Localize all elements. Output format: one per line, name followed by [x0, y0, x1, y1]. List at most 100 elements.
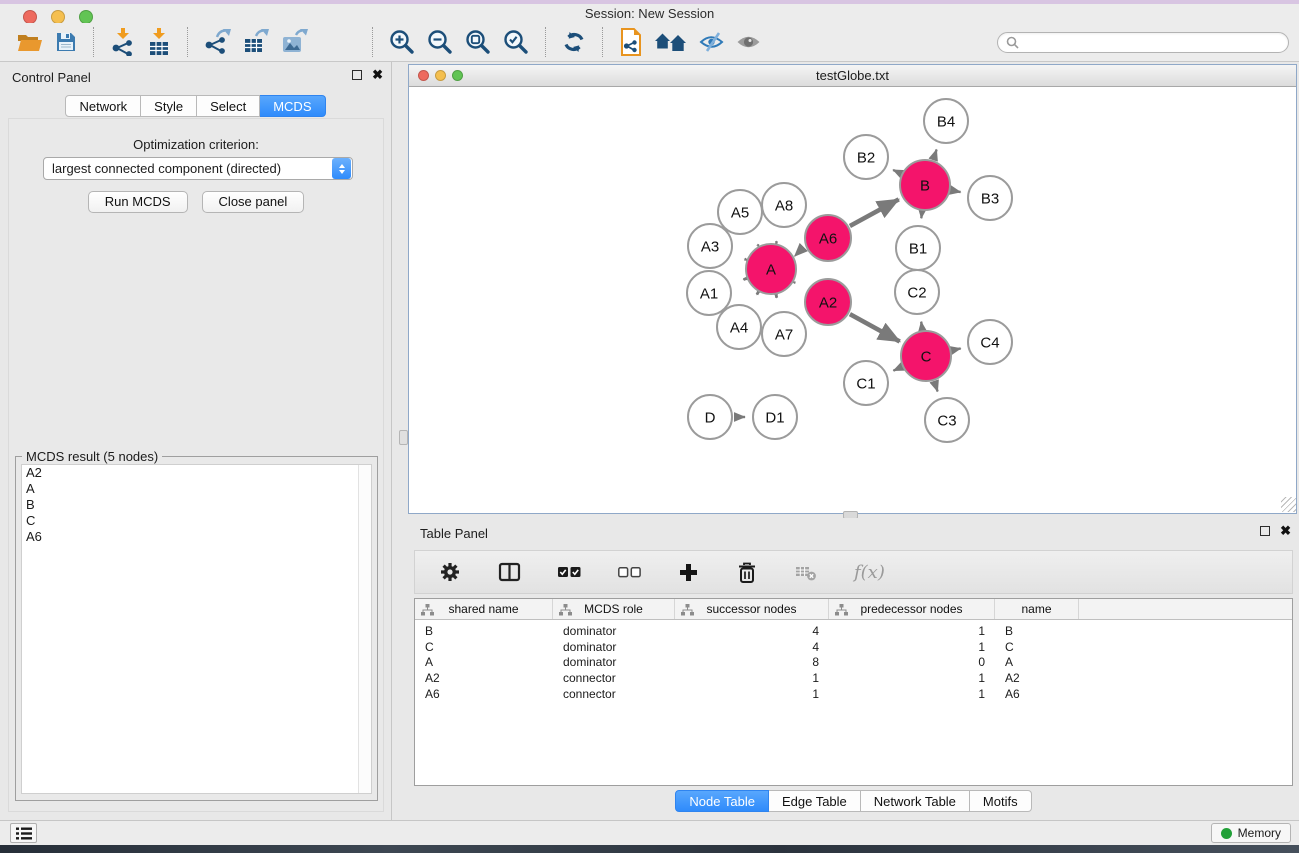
- graph-edge-A6-B[interactable]: [850, 199, 899, 226]
- table-cell-successor-nodes[interactable]: 1: [675, 687, 829, 701]
- column-header-name[interactable]: name: [995, 599, 1079, 619]
- close-window-button[interactable]: [23, 10, 37, 24]
- import-table-button[interactable]: [141, 26, 177, 58]
- search-input[interactable]: [1024, 35, 1280, 49]
- search-field[interactable]: [997, 32, 1289, 53]
- graph-node-A3[interactable]: A3: [688, 224, 732, 268]
- table-cell-name[interactable]: B: [995, 624, 1079, 638]
- graph-node-B1[interactable]: B1: [896, 226, 940, 270]
- splitter-grip[interactable]: [399, 430, 408, 445]
- table-cell-successor-nodes[interactable]: 4: [675, 640, 829, 654]
- save-session-button[interactable]: [49, 26, 83, 58]
- table-cell-mcds-role[interactable]: dominator: [553, 655, 675, 669]
- delete-table-button[interactable]: [789, 556, 823, 588]
- table-cell-successor-nodes[interactable]: 8: [675, 655, 829, 669]
- minimize-window-button[interactable]: [51, 10, 65, 24]
- tab-network[interactable]: Network: [65, 95, 141, 117]
- close-panel-icon[interactable]: ✖: [372, 69, 383, 81]
- home-view-button[interactable]: [649, 26, 693, 58]
- zoom-in-button[interactable]: [383, 26, 421, 58]
- maximize-window-button[interactable]: [79, 10, 93, 24]
- tab-node-table[interactable]: Node Table: [675, 790, 769, 812]
- clone-network-button[interactable]: [613, 26, 649, 58]
- graph-node-C4[interactable]: C4: [968, 320, 1012, 364]
- tab-mcds[interactable]: MCDS: [260, 95, 325, 117]
- mcds-result-item[interactable]: B: [22, 497, 371, 513]
- table-cell-predecessor-nodes[interactable]: 1: [829, 671, 995, 685]
- graph-edge-C-C3[interactable]: [934, 382, 937, 392]
- zoom-out-button[interactable]: [421, 26, 459, 58]
- mcds-result-item[interactable]: A2: [22, 465, 371, 481]
- tab-select[interactable]: Select: [197, 95, 260, 117]
- graph-node-C2[interactable]: C2: [895, 270, 939, 314]
- column-header-shared-name[interactable]: shared name: [415, 599, 553, 619]
- table-cell-successor-nodes[interactable]: 4: [675, 624, 829, 638]
- zoom-selected-button[interactable]: [497, 26, 535, 58]
- graph-node-B2[interactable]: B2: [844, 135, 888, 179]
- graph-edge-B-B1[interactable]: [921, 212, 922, 218]
- graph-edge-B-B3[interactable]: [952, 190, 961, 192]
- table-cell-name[interactable]: A: [995, 655, 1079, 669]
- table-cell-predecessor-nodes[interactable]: 1: [829, 624, 995, 638]
- graph-node-B[interactable]: B: [900, 160, 950, 210]
- minimize-view-button[interactable]: [435, 70, 446, 81]
- delete-row-button[interactable]: [730, 556, 764, 588]
- table-cell-predecessor-nodes[interactable]: 1: [829, 687, 995, 701]
- network-window-titlebar[interactable]: testGlobe.txt: [409, 65, 1296, 87]
- graph-node-A4[interactable]: A4: [717, 305, 761, 349]
- import-network-button[interactable]: [104, 26, 141, 58]
- float-panel-icon[interactable]: [352, 70, 362, 80]
- close-view-button[interactable]: [418, 70, 429, 81]
- select-all-button[interactable]: [552, 556, 587, 588]
- table-cell-name[interactable]: C: [995, 640, 1079, 654]
- mcds-result-item[interactable]: A: [22, 481, 371, 497]
- table-cell-shared-name[interactable]: A2: [415, 671, 553, 685]
- table-cell-shared-name[interactable]: B: [415, 624, 553, 638]
- deselect-all-button[interactable]: [612, 556, 647, 588]
- float-panel-icon[interactable]: [1260, 526, 1270, 536]
- tab-style[interactable]: Style: [141, 95, 197, 117]
- graph-edge-C-C1[interactable]: [893, 367, 901, 371]
- graph-node-A6[interactable]: A6: [805, 215, 851, 261]
- table-row[interactable]: Bdominator41B: [415, 623, 1292, 639]
- task-history-button[interactable]: [10, 823, 37, 843]
- mcds-result-item[interactable]: A6: [22, 529, 371, 545]
- graph-node-A2[interactable]: A2: [805, 279, 851, 325]
- graph-edge-A-A1[interactable]: [744, 279, 746, 280]
- table-cell-shared-name[interactable]: C: [415, 640, 553, 654]
- graph-node-A8[interactable]: A8: [762, 183, 806, 227]
- tab-edge-table[interactable]: Edge Table: [769, 790, 861, 812]
- table-cell-successor-nodes[interactable]: 1: [675, 671, 829, 685]
- zoom-fit-button[interactable]: [459, 26, 497, 58]
- graph-node-A[interactable]: A: [746, 244, 796, 294]
- table-cell-shared-name[interactable]: A: [415, 655, 553, 669]
- graph-node-B3[interactable]: B3: [968, 176, 1012, 220]
- graph-edge-B-B2[interactable]: [893, 170, 901, 174]
- table-row[interactable]: Adominator80A: [415, 655, 1292, 671]
- mcds-result-item[interactable]: C: [22, 513, 371, 529]
- table-row[interactable]: Cdominator41C: [415, 639, 1292, 655]
- table-settings-button[interactable]: [433, 556, 467, 588]
- graph-node-D1[interactable]: D1: [753, 395, 797, 439]
- graph-edge-A2-C[interactable]: [850, 314, 900, 341]
- table-cell-mcds-role[interactable]: connector: [553, 671, 675, 685]
- column-header-predecessor-nodes[interactable]: predecessor nodes: [829, 599, 995, 619]
- graph-node-D[interactable]: D: [688, 395, 732, 439]
- hide-graphics-details-button[interactable]: [693, 26, 730, 58]
- table-cell-name[interactable]: A6: [995, 687, 1079, 701]
- scrollbar-track[interactable]: [358, 465, 371, 793]
- window-resize-grip[interactable]: [1281, 497, 1296, 512]
- graph-node-C3[interactable]: C3: [925, 398, 969, 442]
- refresh-button[interactable]: [556, 26, 592, 58]
- graph-node-A1[interactable]: A1: [687, 271, 731, 315]
- graph-edge-B-B4[interactable]: [933, 150, 936, 160]
- graph-edge-A-A4[interactable]: [757, 293, 758, 295]
- graph-node-C1[interactable]: C1: [844, 361, 888, 405]
- table-row[interactable]: A6connector11A6: [415, 686, 1292, 702]
- graph-node-B4[interactable]: B4: [924, 99, 968, 143]
- tab-network-table[interactable]: Network Table: [861, 790, 970, 812]
- graph-edge-C-C2[interactable]: [921, 322, 922, 330]
- graph-node-A7[interactable]: A7: [762, 312, 806, 356]
- graph-node-C[interactable]: C: [901, 331, 951, 381]
- graph-edge-C-C4[interactable]: [952, 348, 960, 350]
